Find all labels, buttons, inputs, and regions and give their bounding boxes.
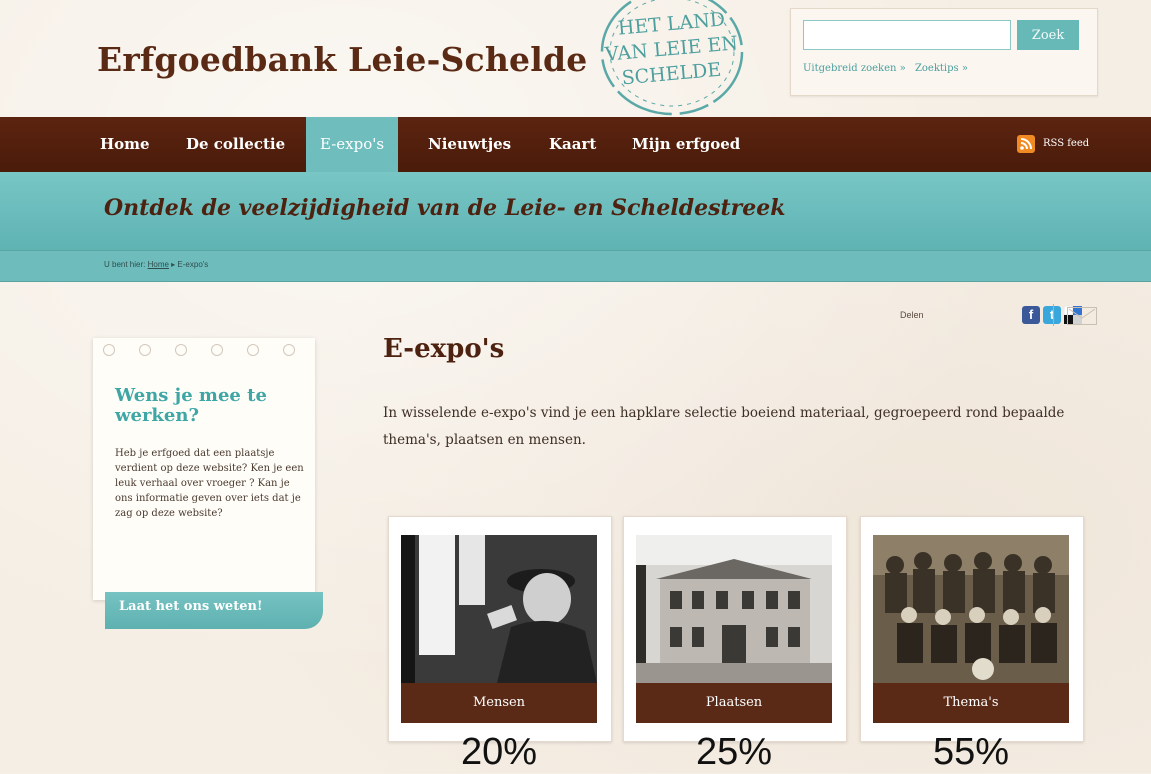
- main-nav: Home De collectie E-expo's Nieuwtjes Kaa…: [0, 117, 1151, 172]
- themas-photo: [873, 535, 1069, 683]
- nav-collectie[interactable]: De collectie: [186, 117, 285, 172]
- search-input[interactable]: [803, 20, 1011, 50]
- expo-percent-themas: 55%: [932, 731, 1010, 773]
- advanced-search-link[interactable]: Uitgebreid zoeken »: [803, 63, 906, 74]
- nav-e-expos[interactable]: E-expo's: [306, 117, 399, 172]
- nav-home[interactable]: Home: [100, 117, 150, 172]
- contact-us-button[interactable]: Laat het ons weten!: [105, 592, 323, 629]
- search-button[interactable]: Zoek: [1017, 20, 1079, 50]
- page-title: E-expo's: [383, 334, 505, 364]
- intro-text: In wisselende e-expo's vind je een hapkl…: [383, 405, 1065, 448]
- banner: Ontdek de veelzijdigheid van de Leie- en…: [0, 172, 1151, 250]
- facebook-icon[interactable]: f: [1022, 306, 1040, 324]
- sidebar-title: Wens je mee te werken?: [115, 385, 267, 426]
- mail-icon[interactable]: [1067, 307, 1097, 325]
- breadcrumb-arrow-icon: ▸: [171, 260, 176, 269]
- expo-card-plaatsen[interactable]: Plaatsen: [623, 516, 847, 742]
- twitter-icon[interactable]: t: [1043, 306, 1061, 324]
- sidebar-body: Heb je erfgoed dat een plaatsje verdient…: [115, 448, 304, 519]
- expo-card-mensen[interactable]: Mensen: [388, 516, 612, 742]
- expo-percent-plaatsen: 25%: [695, 731, 773, 773]
- sidebar-note: Wens je mee te werken? Heb je erfgoed da…: [93, 338, 315, 600]
- tagline: Ontdek de veelzijdigheid van de Leie- en…: [104, 195, 786, 221]
- nav-kaart[interactable]: Kaart: [549, 117, 596, 172]
- expo-card-label: Thema's: [873, 683, 1069, 723]
- site-title[interactable]: Erfgoedbank Leie-Schelde: [97, 40, 587, 79]
- expo-card-themas[interactable]: Thema's: [860, 516, 1084, 742]
- page: Erfgoedbank Leie-Schelde HET LAND VAN LE…: [0, 0, 1151, 773]
- stamp-logo: HET LAND VAN LEIE EN SCHELDE: [600, 0, 744, 116]
- nav-mijn-erfgoed[interactable]: Mijn erfgoed: [632, 117, 740, 172]
- mensen-photo: [401, 535, 597, 683]
- expo-percent-mensen: 20%: [460, 731, 538, 773]
- breadcrumb: U bent hier: Home ▸ E-expo's: [0, 250, 1151, 282]
- breadcrumb-home-link[interactable]: Home: [148, 260, 169, 269]
- share-label: Delen: [900, 310, 924, 320]
- nav-nieuwtjes[interactable]: Nieuwtjes: [428, 117, 511, 172]
- stamp-line-3: SCHELDE: [621, 59, 722, 90]
- breadcrumb-prefix: U bent hier:: [104, 260, 146, 269]
- search-links: Uitgebreid zoeken » Zoektips »: [803, 63, 974, 74]
- expo-card-label: Plaatsen: [636, 683, 832, 723]
- rss-feed-link[interactable]: RSS feed: [1043, 135, 1089, 153]
- rss-icon[interactable]: [1017, 135, 1035, 153]
- search-box: Zoek Uitgebreid zoeken » Zoektips »: [790, 8, 1098, 96]
- plaatsen-photo: [636, 535, 832, 683]
- search-tips-link[interactable]: Zoektips »: [915, 63, 968, 74]
- breadcrumb-current: E-expo's: [177, 260, 209, 269]
- expo-card-label: Mensen: [401, 683, 597, 723]
- share-divider: [1053, 304, 1054, 326]
